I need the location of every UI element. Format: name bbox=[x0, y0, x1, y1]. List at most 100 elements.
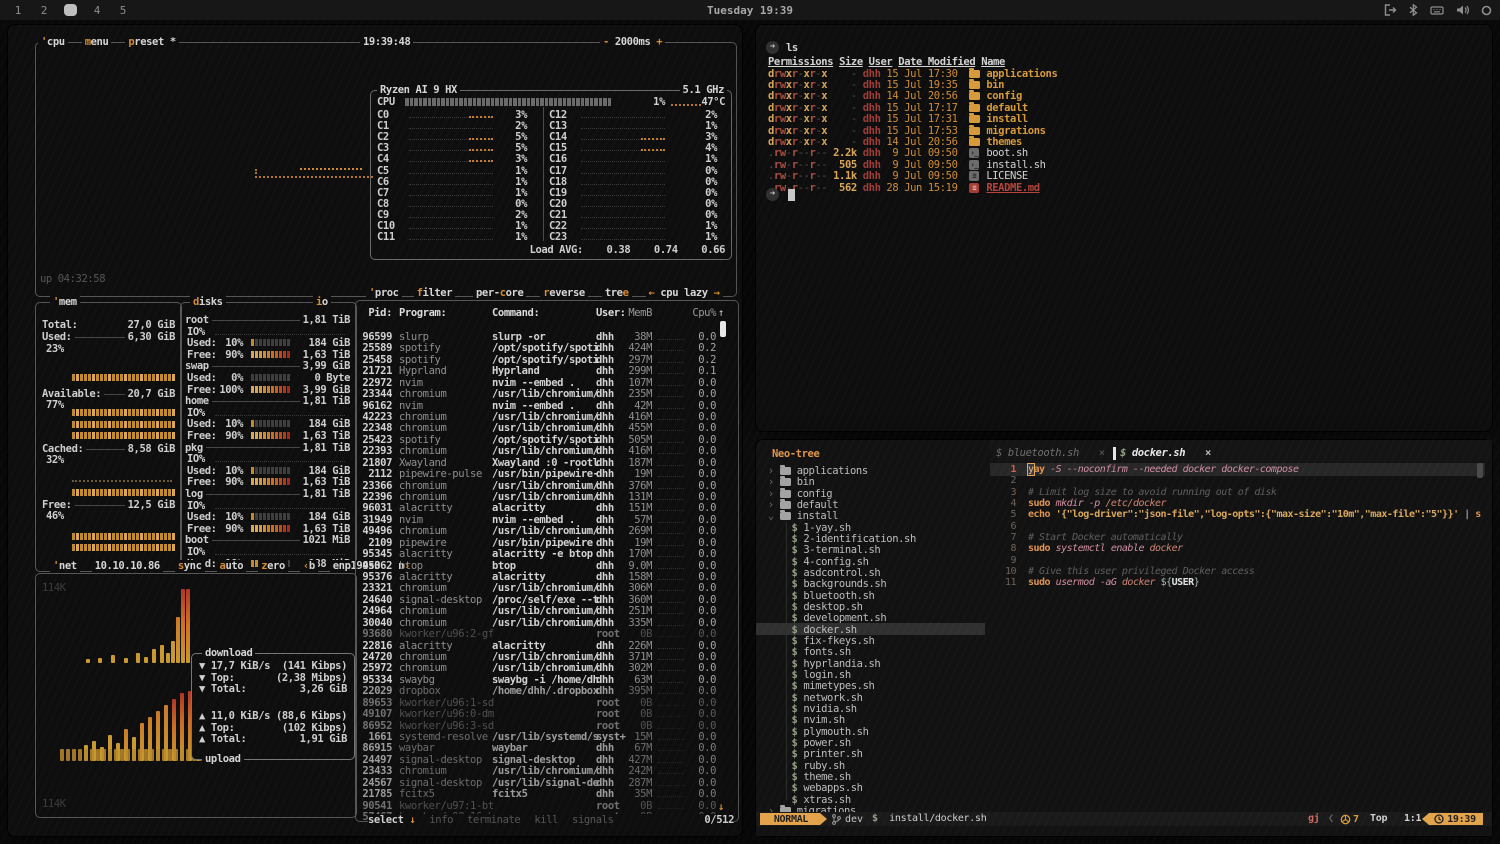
select-button[interactable]: select ↓ bbox=[368, 814, 415, 826]
tree-item-bin[interactable]: › bin bbox=[756, 476, 990, 488]
keyboard-icon[interactable] bbox=[1430, 5, 1444, 16]
update-interval[interactable]: - 2000ms + bbox=[600, 36, 665, 48]
process-row[interactable]: 49107kworker/u96:0-dmroot0B0.0 bbox=[358, 708, 730, 719]
process-row[interactable]: 23366chromium/usr/lib/chromium/dhh376M0.… bbox=[358, 480, 730, 491]
process-row[interactable]: 25589spotify/opt/spotify/spotidhh424M0.2 bbox=[358, 342, 730, 353]
process-row[interactable]: 21785fcitx5fcitx5dhh35M0.0 bbox=[358, 788, 730, 799]
tree-item-1-yay.sh[interactable]: $ 1-yay.sh bbox=[756, 522, 990, 534]
process-row[interactable]: 95362btopbtopdhh9.0M0.0 bbox=[358, 560, 730, 571]
process-row[interactable]: 86952kworker/u96:3-sdroot0B0.0 bbox=[358, 720, 730, 731]
tree-item-desktop.sh[interactable]: $ desktop.sh bbox=[756, 601, 990, 613]
process-row[interactable]: 1661systemd-resolve/usr/lib/systemd/ssys… bbox=[358, 731, 730, 742]
tree-item-bluetooth.sh[interactable]: $ bluetooth.sh bbox=[756, 590, 990, 602]
code-line[interactable]: # Start Docker automatically bbox=[1028, 532, 1183, 544]
process-row[interactable]: 21721HyprlandHyprlanddhh299M0.1 bbox=[358, 365, 730, 376]
net-auto-button[interactable]: auto bbox=[217, 560, 247, 572]
proc-nav[interactable]: ← cpu lazy → bbox=[646, 287, 723, 299]
signals-button[interactable]: signals bbox=[572, 814, 613, 826]
process-row[interactable]: 30040chromium/usr/lib/chromium/dhh335M0.… bbox=[358, 617, 730, 628]
process-row[interactable]: 42223chromium/usr/lib/chromium/dhh416M0.… bbox=[358, 411, 730, 422]
tree-item-backgrounds.sh[interactable]: $ backgrounds.sh bbox=[756, 578, 990, 590]
net-zero-button[interactable]: zero bbox=[258, 560, 288, 572]
tree-item-plymouth.sh[interactable]: $ plymouth.sh bbox=[756, 726, 990, 738]
terminal-cursor[interactable] bbox=[788, 189, 795, 201]
tree-item-config[interactable]: › config bbox=[756, 488, 990, 500]
tree-item-fonts.sh[interactable]: $ fonts.sh bbox=[756, 646, 990, 658]
code-line[interactable]: yay -S --noconfirm --needed docker docke… bbox=[1028, 464, 1299, 476]
tree-item-webapps.sh[interactable]: $ webapps.sh bbox=[756, 782, 990, 794]
editor-scrollbar[interactable] bbox=[1477, 463, 1483, 478]
process-row[interactable]: 24497signal-desktopsignal-desktopdhh427M… bbox=[358, 754, 730, 765]
process-row[interactable]: 22348chromium/usr/lib/chromium/dhh455M0.… bbox=[358, 422, 730, 433]
tab-close-icon[interactable]: × bbox=[1185, 447, 1211, 459]
tree-item-nvidia.sh[interactable]: $ nvidia.sh bbox=[756, 703, 990, 715]
tab-close-icon[interactable]: × bbox=[1079, 447, 1105, 459]
process-row[interactable]: 2112pipewire-pulse/usr/bin/pipewire-dhh1… bbox=[358, 468, 730, 479]
process-row[interactable]: 93680kworker/u96:2-gfroot0B0.0 bbox=[358, 628, 730, 639]
tree-item-install[interactable]: ⌄ install bbox=[756, 510, 990, 522]
process-row[interactable]: 90541kworker/u97:1-btroot0B0.0 bbox=[358, 800, 730, 811]
process-row[interactable]: 2109pipewire/usr/bin/pipewiredhh19M0.0 bbox=[358, 537, 730, 548]
tab-bluetooth.sh[interactable]: $ bluetooth.sh × bbox=[996, 447, 1105, 460]
process-row[interactable]: 96162nvimnvim --embed .dhh42M0.0 bbox=[358, 400, 730, 411]
process-row[interactable]: 25423spotify/opt/spotify/spotidhh505M0.0 bbox=[358, 434, 730, 445]
kill-button[interactable]: kill bbox=[534, 814, 558, 826]
tree-item-ruby.sh[interactable]: $ ruby.sh bbox=[756, 760, 990, 772]
tree-item-mimetypes.sh[interactable]: $ mimetypes.sh bbox=[756, 680, 990, 692]
process-row[interactable]: 86915waybarwaybardhh67M0.0 bbox=[358, 742, 730, 753]
filter-button[interactable]: filter bbox=[414, 287, 456, 299]
tree-item-theme.sh[interactable]: $ theme.sh bbox=[756, 771, 990, 783]
process-row[interactable]: 24720chromium/usr/lib/chromium/dhh371M0.… bbox=[358, 651, 730, 662]
tree-item-default[interactable]: › default bbox=[756, 499, 990, 511]
process-row[interactable]: 25972chromium/usr/lib/chromium/dhh302M0.… bbox=[358, 662, 730, 673]
info-button[interactable]: info bbox=[429, 814, 453, 826]
process-row[interactable]: 95376alacrittyalacrittydhh158M0.0 bbox=[358, 571, 730, 582]
tab-docker.sh[interactable]: $ docker.sh × bbox=[1120, 447, 1211, 460]
code-line[interactable]: # Limit log size to avoid running out of… bbox=[1028, 487, 1276, 499]
process-row[interactable]: 96031alacrittyalacrittydhh151M0.0 bbox=[358, 502, 730, 513]
bluetooth-icon[interactable] bbox=[1409, 4, 1418, 16]
record-icon[interactable] bbox=[1481, 5, 1492, 16]
process-row[interactable]: 24567signal-desktop/usr/lib/signal-dedhh… bbox=[358, 777, 730, 788]
terminate-button[interactable]: terminate bbox=[467, 814, 520, 826]
process-row[interactable]: 22972nvimnvim --embed .dhh107M0.0 bbox=[358, 377, 730, 388]
tree-item-nvim.sh[interactable]: $ nvim.sh bbox=[756, 714, 990, 726]
tree-item-power.sh[interactable]: $ power.sh bbox=[756, 737, 990, 749]
tree-item-docker.sh[interactable]: $ docker.sh bbox=[756, 624, 990, 636]
tree-item-network.sh[interactable]: $ network.sh bbox=[756, 692, 990, 704]
process-row[interactable]: 25458spotify/opt/spotify/spotidhh297M0.2 bbox=[358, 354, 730, 365]
process-row[interactable]: 49496chromium/usr/lib/chromium/dhh269M0.… bbox=[358, 525, 730, 536]
tree-item-fix-fkeys.sh[interactable]: $ fix-fkeys.sh bbox=[756, 635, 990, 647]
tree-toggle[interactable]: tree bbox=[602, 287, 632, 299]
process-row[interactable]: 95334swaybgswaybg -i /home/dhdhh63M0.0 bbox=[358, 674, 730, 685]
cpu-box-title[interactable]: 'cpu bbox=[38, 36, 68, 48]
tree-item-asdcontrol.sh[interactable]: $ asdcontrol.sh bbox=[756, 567, 990, 579]
process-row[interactable]: 21807XwaylandXwayland :0 -rootldhh187M0.… bbox=[358, 457, 730, 468]
process-row[interactable]: 23321chromium/usr/lib/chromium/dhh306M0.… bbox=[358, 582, 730, 593]
volume-icon[interactable] bbox=[1456, 4, 1469, 16]
process-row[interactable]: 89653kworker/u96:1-sdroot0B0.0 bbox=[358, 697, 730, 708]
preset-button[interactable]: preset * bbox=[125, 36, 178, 48]
tree-item-3-terminal.sh[interactable]: $ 3-terminal.sh bbox=[756, 544, 990, 556]
process-row[interactable]: 31949nvimnvim --embed .dhh57M0.0 bbox=[358, 514, 730, 525]
per-core-toggle[interactable]: per-core bbox=[473, 287, 526, 299]
code-line[interactable]: echo '{"log-driver":"json-file","log-opt… bbox=[1028, 509, 1481, 521]
disks-io-toggle[interactable]: io bbox=[313, 296, 331, 308]
code-line[interactable]: # Give this user privileged Docker acces… bbox=[1028, 566, 1254, 578]
tree-item-login.sh[interactable]: $ login.sh bbox=[756, 669, 990, 681]
tree-item-hyprlandia.sh[interactable]: $ hyprlandia.sh bbox=[756, 658, 990, 670]
tree-item-4-config.sh[interactable]: $ 4-config.sh bbox=[756, 556, 990, 568]
process-row[interactable]: 22393chromium/usr/lib/chromium/dhh416M0.… bbox=[358, 445, 730, 456]
logout-icon[interactable] bbox=[1384, 4, 1397, 16]
process-row[interactable]: 22816alacrittyalacrittydhh226M0.0 bbox=[358, 640, 730, 651]
tree-item-xtras.sh[interactable]: $ xtras.sh bbox=[756, 794, 990, 806]
process-row[interactable]: 23433chromium/usr/lib/chromium/dhh242M0.… bbox=[358, 765, 730, 776]
process-row[interactable]: 22396chromium/usr/lib/chromium/dhh131M0.… bbox=[358, 491, 730, 502]
process-row[interactable]: 22029dropbox/home/dhh/.dropboxdhh395M0.0 bbox=[358, 685, 730, 696]
tree-item-2-identification.sh[interactable]: $ 2-identification.sh bbox=[756, 533, 990, 545]
reverse-toggle[interactable]: reverse bbox=[540, 287, 587, 299]
process-row[interactable]: 23344chromium/usr/lib/chromium/dhh235M0.… bbox=[358, 388, 730, 399]
process-row[interactable]: 24640signal-desktop/proc/self/exe --tdhh… bbox=[358, 594, 730, 605]
tree-item-printer.sh[interactable]: $ printer.sh bbox=[756, 748, 990, 760]
code-line[interactable]: sudo usermod -aG docker ${USER} bbox=[1028, 577, 1199, 589]
